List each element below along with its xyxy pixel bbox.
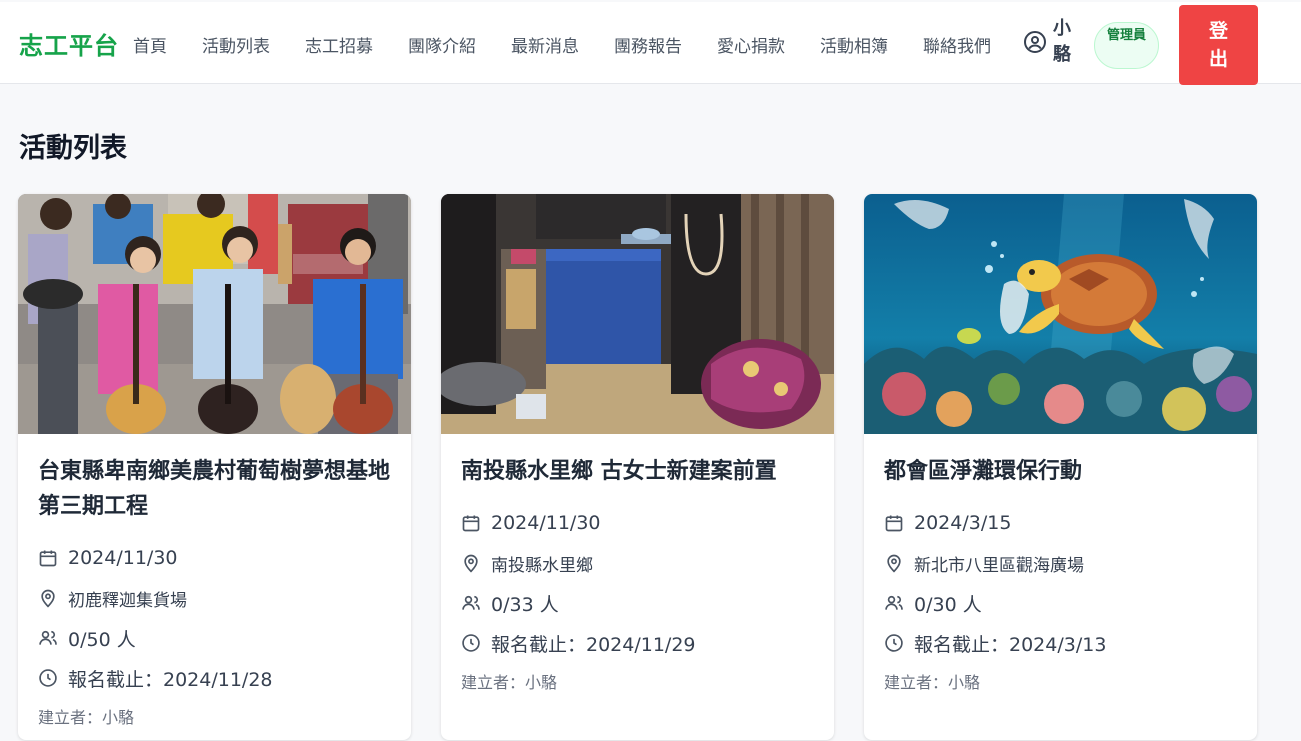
- activity-title[interactable]: 南投縣水里鄉 古女士新建案前置: [461, 454, 814, 489]
- activity-title[interactable]: 台東縣卑南鄉美農村葡萄樹夢想基地第三期工程: [38, 454, 391, 524]
- activity-date-text: 2024/11/30: [68, 547, 178, 569]
- map-pin-icon: [41, 589, 55, 608]
- activity-deadline-text: 報名截止：2024/11/29: [491, 633, 696, 656]
- nav-link-activities[interactable]: 活動列表: [202, 32, 270, 57]
- activity-creator: 建立者：小駱: [38, 708, 135, 727]
- nav-link-contact[interactable]: 聯絡我們: [923, 32, 991, 57]
- activity-creator: 建立者：小駱: [461, 673, 558, 692]
- user-menu[interactable]: 小駱: [1023, 16, 1075, 68]
- activity-location-text: 南投縣水里鄉: [491, 555, 593, 576]
- users-icon: [462, 595, 480, 610]
- clock-icon: [39, 669, 57, 687]
- map-pin-icon: [464, 554, 478, 573]
- brand-logo[interactable]: 志工平台: [19, 26, 119, 61]
- activity-card[interactable]: 台東縣卑南鄉美農村葡萄樹夢想基地第三期工程 2024/11/30 初鹿釋迦集貨場…: [18, 194, 411, 740]
- activity-date: 2024/11/30: [38, 538, 391, 578]
- activity-location: 南投縣水里鄉: [461, 543, 814, 583]
- activity-image: [864, 194, 1257, 434]
- nav-link-donate[interactable]: 愛心捐款: [717, 32, 785, 57]
- nav-link-album[interactable]: 活動相簿: [820, 32, 888, 57]
- nav-link-news[interactable]: 最新消息: [511, 32, 579, 57]
- clock-icon: [462, 634, 480, 652]
- nav-links: 首頁 活動列表 志工招募 團隊介紹 最新消息 團務報告 愛心捐款 活動相簿 聯絡…: [133, 32, 1026, 57]
- user-name: 小駱: [1053, 18, 1071, 65]
- nav-link-recruit[interactable]: 志工招募: [305, 32, 373, 57]
- users-icon: [39, 630, 57, 645]
- activity-title[interactable]: 都會區淨灘環保行動: [884, 454, 1237, 489]
- activity-date: 2024/3/15: [884, 503, 1237, 543]
- nav-link-team[interactable]: 團隊介紹: [408, 32, 476, 57]
- activity-location-text: 初鹿釋迦集貨場: [68, 590, 187, 611]
- activity-date-text: 2024/11/30: [491, 512, 601, 534]
- clock-icon: [885, 634, 903, 652]
- activity-deadline: 報名截止：2024/11/28: [38, 658, 391, 698]
- activity-date-text: 2024/3/15: [914, 512, 1012, 534]
- activity-image: [441, 194, 834, 434]
- activity-participants: 0/50 人: [38, 618, 391, 658]
- activity-image: [18, 194, 411, 434]
- activity-location-text: 新北市八里區觀海廣場: [914, 555, 1084, 576]
- page-title: 活動列表: [19, 133, 127, 164]
- activity-creator: 建立者：小駱: [884, 673, 981, 692]
- users-icon: [885, 595, 903, 610]
- activity-participants: 0/30 人: [884, 583, 1237, 623]
- activity-deadline-text: 報名截止：2024/3/13: [914, 633, 1107, 656]
- map-pin-icon: [887, 554, 901, 573]
- activity-card[interactable]: 南投縣水里鄉 古女士新建案前置 2024/11/30 南投縣水里鄉 0/33 人…: [441, 194, 834, 740]
- activity-participants-text: 0/33 人: [491, 593, 559, 616]
- user-circle-icon: [1024, 31, 1046, 53]
- activity-location: 新北市八里區觀海廣場: [884, 543, 1237, 583]
- activity-participants-text: 0/30 人: [914, 593, 982, 616]
- logout-button[interactable]: 登出: [1179, 5, 1258, 85]
- activity-location: 初鹿釋迦集貨場: [38, 578, 391, 618]
- activity-participants-text: 0/50 人: [68, 628, 136, 651]
- nav-link-reports[interactable]: 團務報告: [614, 32, 682, 57]
- activity-deadline: 報名截止：2024/3/13: [884, 623, 1237, 663]
- calendar-icon: [462, 515, 480, 532]
- activity-date: 2024/11/30: [461, 503, 814, 543]
- activity-deadline: 報名截止：2024/11/29: [461, 623, 814, 663]
- activity-deadline-text: 報名截止：2024/11/28: [68, 668, 273, 691]
- activity-card[interactable]: 都會區淨灘環保行動 2024/3/15 新北市八里區觀海廣場 0/30 人 報名…: [864, 194, 1257, 740]
- calendar-icon: [885, 515, 903, 532]
- calendar-icon: [39, 550, 57, 567]
- role-badge: 管理員: [1094, 22, 1159, 69]
- top-navbar: 志工平台 首頁 活動列表 志工招募 團隊介紹 最新消息 團務報告 愛心捐款 活動…: [0, 2, 1301, 85]
- nav-link-home[interactable]: 首頁: [133, 32, 167, 57]
- activity-participants: 0/33 人: [461, 583, 814, 623]
